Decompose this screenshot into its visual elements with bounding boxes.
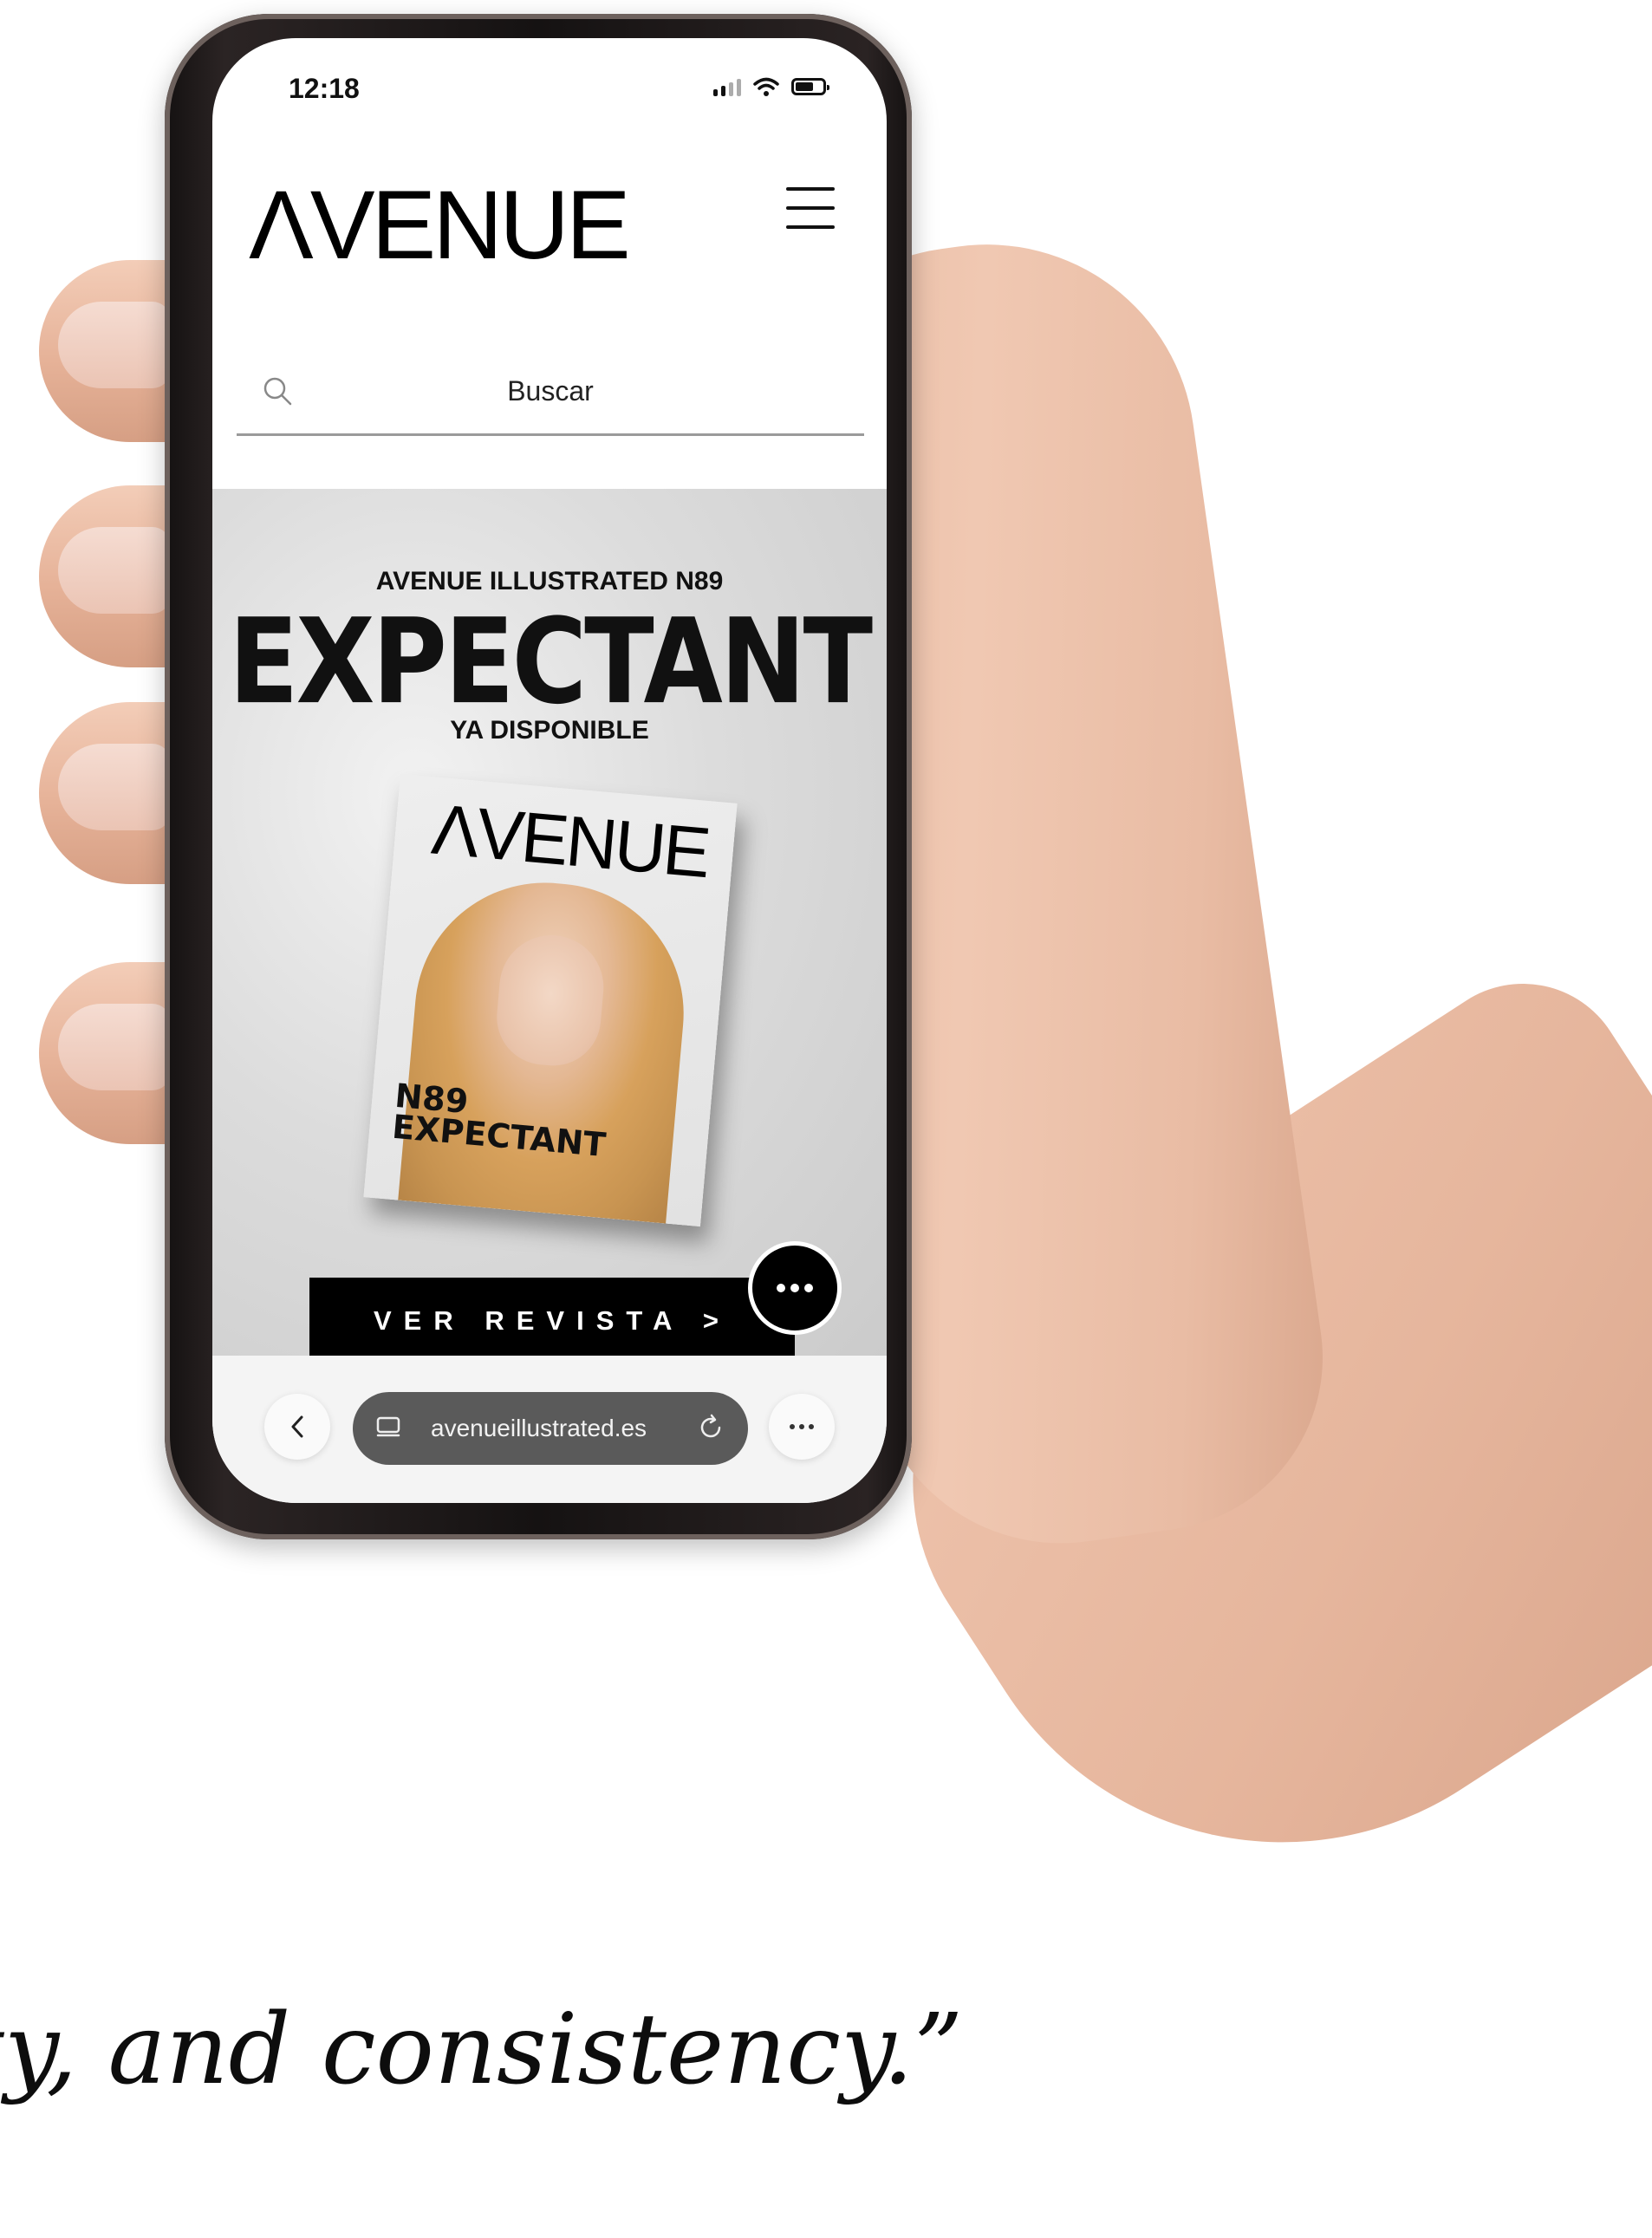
view-magazine-button[interactable]: VER REVISTA > xyxy=(309,1278,795,1364)
reload-icon[interactable] xyxy=(696,1413,725,1442)
more-dots-icon xyxy=(777,1284,813,1292)
chevron-left-icon xyxy=(291,1415,303,1438)
tabs-icon xyxy=(376,1416,400,1437)
status-time: 12:18 xyxy=(289,73,360,104)
address-bar[interactable]: avenueillustrated.es xyxy=(353,1392,748,1465)
wifi-icon xyxy=(753,77,779,96)
search-input[interactable] xyxy=(323,374,777,408)
more-options-button[interactable] xyxy=(748,1241,842,1335)
search-bar[interactable] xyxy=(237,350,864,436)
back-button[interactable] xyxy=(264,1394,330,1460)
quote-text: ty, and consistency.” xyxy=(0,1994,964,2106)
finger-nail xyxy=(58,1004,171,1090)
hero-banner: AVENUE ILLUSTRATED N89 EXPECTANT YA DISP… xyxy=(212,489,887,1364)
finger-nail xyxy=(58,302,171,388)
url-text: avenueillustrated.es xyxy=(431,1415,647,1441)
stage: 12:18 ΛVENUE AVENUE xyxy=(0,0,1652,2238)
signal-icon xyxy=(713,77,741,96)
browser-toolbar: avenueillustrated.es xyxy=(212,1356,887,1503)
magazine-cover[interactable]: ΛVENUE N89 EXPECTANT xyxy=(363,773,738,1227)
browser-more-button[interactable] xyxy=(769,1394,835,1460)
site-logo[interactable]: ΛVENUE xyxy=(249,177,631,274)
status-icons xyxy=(713,76,829,97)
finger-nail xyxy=(58,744,171,830)
more-dots-icon xyxy=(790,1424,814,1429)
cover-photo xyxy=(398,872,695,1224)
hero-subtitle: YA DISPONIBLE xyxy=(450,716,649,745)
cover-logo: ΛVENUE xyxy=(428,790,712,894)
hamburger-menu-icon[interactable] xyxy=(786,187,835,239)
battery-icon xyxy=(791,78,829,95)
search-icon xyxy=(263,377,292,406)
hero-title: EXPECTANT xyxy=(228,592,873,731)
phone-screen: 12:18 ΛVENUE AVENUE xyxy=(212,38,887,1503)
finger-nail xyxy=(58,527,171,614)
